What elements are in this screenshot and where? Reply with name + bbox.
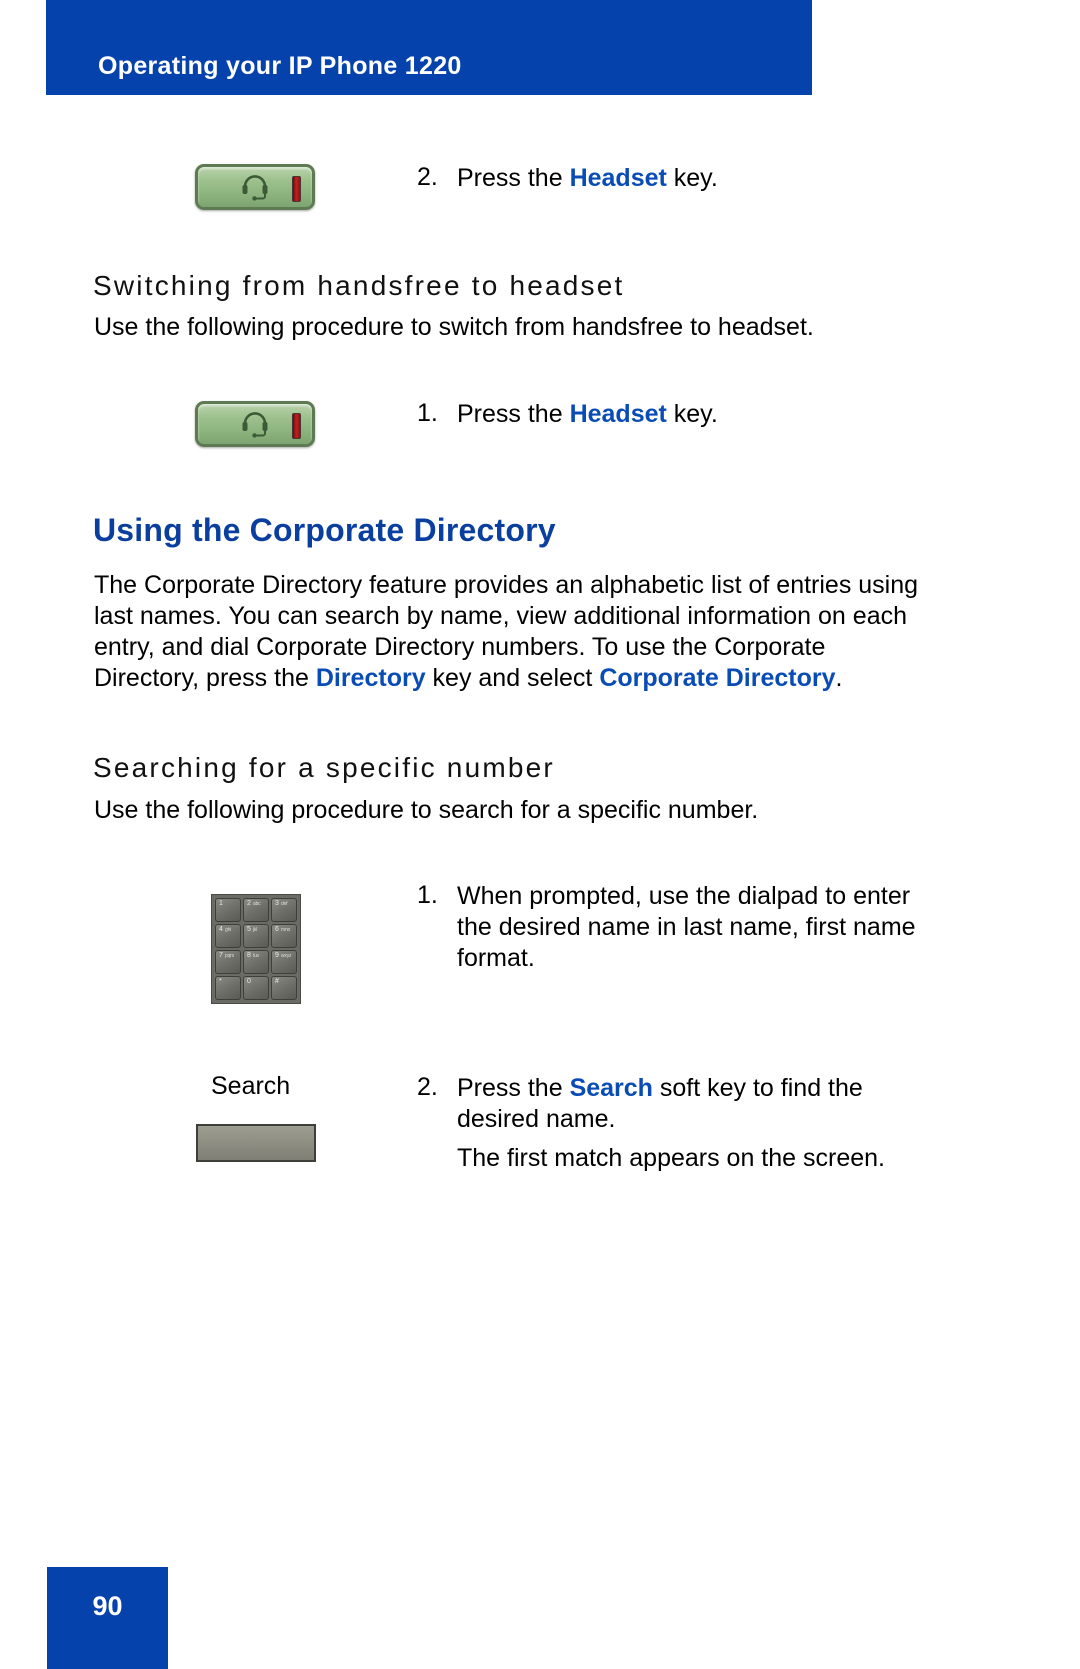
dialpad-key-number: 0 <box>247 978 251 985</box>
step-line-1: When prompted, use the dialpad to enter <box>457 882 911 910</box>
step-number: 2. <box>417 163 438 191</box>
heading-switching-from-handsfree: Switching from handsfree to headset <box>93 270 625 301</box>
step-text-after: key. <box>666 400 718 428</box>
heading-using-corporate-directory: Using the Corporate Directory <box>93 512 556 548</box>
dialpad-key-letters: mno <box>281 927 291 933</box>
dialpad-key-number: 3 <box>275 900 279 907</box>
dialpad-key: # <box>271 976 297 1000</box>
paragraph-emphasis-directory: Directory <box>725 664 836 692</box>
step-number: 1. <box>417 399 438 427</box>
dialpad-key: 5 jkl <box>243 924 269 948</box>
page-title: Operating your IP Phone 1220 <box>98 52 462 80</box>
step-instruction-text: Press the Headset key. <box>457 399 718 430</box>
headset-key-icon-1 <box>195 164 315 210</box>
dialpad-key: 8 tuv <box>243 950 269 974</box>
corporate-directory-paragraph: The Corporate Directory feature provides… <box>94 570 924 694</box>
step-result-text: The first match appears on the screen. <box>457 1144 885 1172</box>
dialpad-key: 6 mno <box>271 924 297 948</box>
dialpad-key: 0 <box>243 976 269 1000</box>
step-text-after: key. <box>666 164 718 192</box>
step-emphasis-headset: Headset <box>569 164 667 192</box>
dialpad-key-number: 9 <box>275 952 279 959</box>
step-instruction-text: When prompted, use the dialpad to enter … <box>457 881 937 974</box>
dialpad-key: 9 wxyz <box>271 950 297 974</box>
step-line-2: desired name. <box>457 1105 616 1133</box>
dialpad-key: 7 pqrs <box>215 950 241 974</box>
step-text-before: Press the <box>457 1074 570 1102</box>
dialpad-key-number: 1 <box>219 900 223 907</box>
step-instruction-text: Press the Headset key. <box>457 163 718 194</box>
dialpad-key: 2 abc <box>243 898 269 922</box>
step-text-before: Press the <box>457 400 570 428</box>
headset-glyph-icon <box>242 412 268 438</box>
dialpad-key-letters: jkl <box>253 927 258 933</box>
dialpad-key-number: 5 <box>247 926 251 933</box>
headset-glyph-icon <box>242 175 268 201</box>
paragraph-line-6: . <box>835 664 843 692</box>
page-number: 90 <box>92 1591 123 1621</box>
dialpad-key-number: 7 <box>219 952 223 959</box>
headset-key-icon-2 <box>195 401 315 447</box>
dialpad-key: * <box>215 976 241 1000</box>
dialpad-key-number: 2 <box>247 900 251 907</box>
paragraph-emphasis-directory-key: Directory <box>315 664 426 692</box>
dialpad-key-number: 8 <box>247 952 251 959</box>
dialpad-key: 1 <box>215 898 241 922</box>
page-footer-box: 90 <box>47 1567 168 1669</box>
step-emphasis-headset: Headset <box>569 400 667 428</box>
dialpad-key-number: 6 <box>275 926 279 933</box>
dialpad-key: 4 ghi <box>215 924 241 948</box>
dialpad-key-letters: abc <box>253 901 261 907</box>
dialpad-key-letters: pqrs <box>225 953 234 959</box>
step-text-before: Press the <box>457 164 570 192</box>
dialpad-key-letters: def <box>281 901 288 907</box>
dialpad-key-number: # <box>275 978 279 985</box>
dialpad-key-letters: wxyz <box>281 953 292 959</box>
paragraph-line-5: key and select <box>425 664 600 692</box>
step-line-2: the desired name in last name, first <box>457 913 847 941</box>
step-instruction-text: Press the Search soft key to find the de… <box>457 1073 927 1135</box>
searching-intro-text: Use the following procedure to search fo… <box>94 796 759 824</box>
step-number: 1. <box>417 881 438 909</box>
headset-key-led-indicator <box>292 413 301 439</box>
dialpad-key-letters: tuv <box>253 953 260 959</box>
page-header-bar: Operating your IP Phone 1220 <box>46 0 812 95</box>
headset-key-led-indicator <box>292 176 301 202</box>
dialpad-key-number: 4 <box>219 926 223 933</box>
step-emphasis-search: Search <box>569 1074 653 1102</box>
search-soft-key-label: Search <box>211 1072 291 1100</box>
dialpad-key: 3 def <box>271 898 297 922</box>
step-number: 2. <box>417 1073 438 1101</box>
switching-intro-text: Use the following procedure to switch fr… <box>94 313 814 341</box>
dialpad-key-letters: ghi <box>225 927 232 933</box>
paragraph-line-1: The Corporate Directory feature provides… <box>94 571 852 599</box>
dialpad-icon: 1 2 abc 3 def 4 ghi 5 jkl 6 mno 7 pqrs 8 tuv 9w… <box>211 894 301 1004</box>
paragraph-emphasis-corporate: Corporate <box>599 664 719 692</box>
search-soft-key-button[interactable] <box>196 1124 316 1162</box>
heading-searching-for-specific-number: Searching for a specific number <box>93 752 555 783</box>
dialpad-key-number: * <box>219 978 222 985</box>
step-text-after: soft key to find the <box>652 1074 863 1102</box>
